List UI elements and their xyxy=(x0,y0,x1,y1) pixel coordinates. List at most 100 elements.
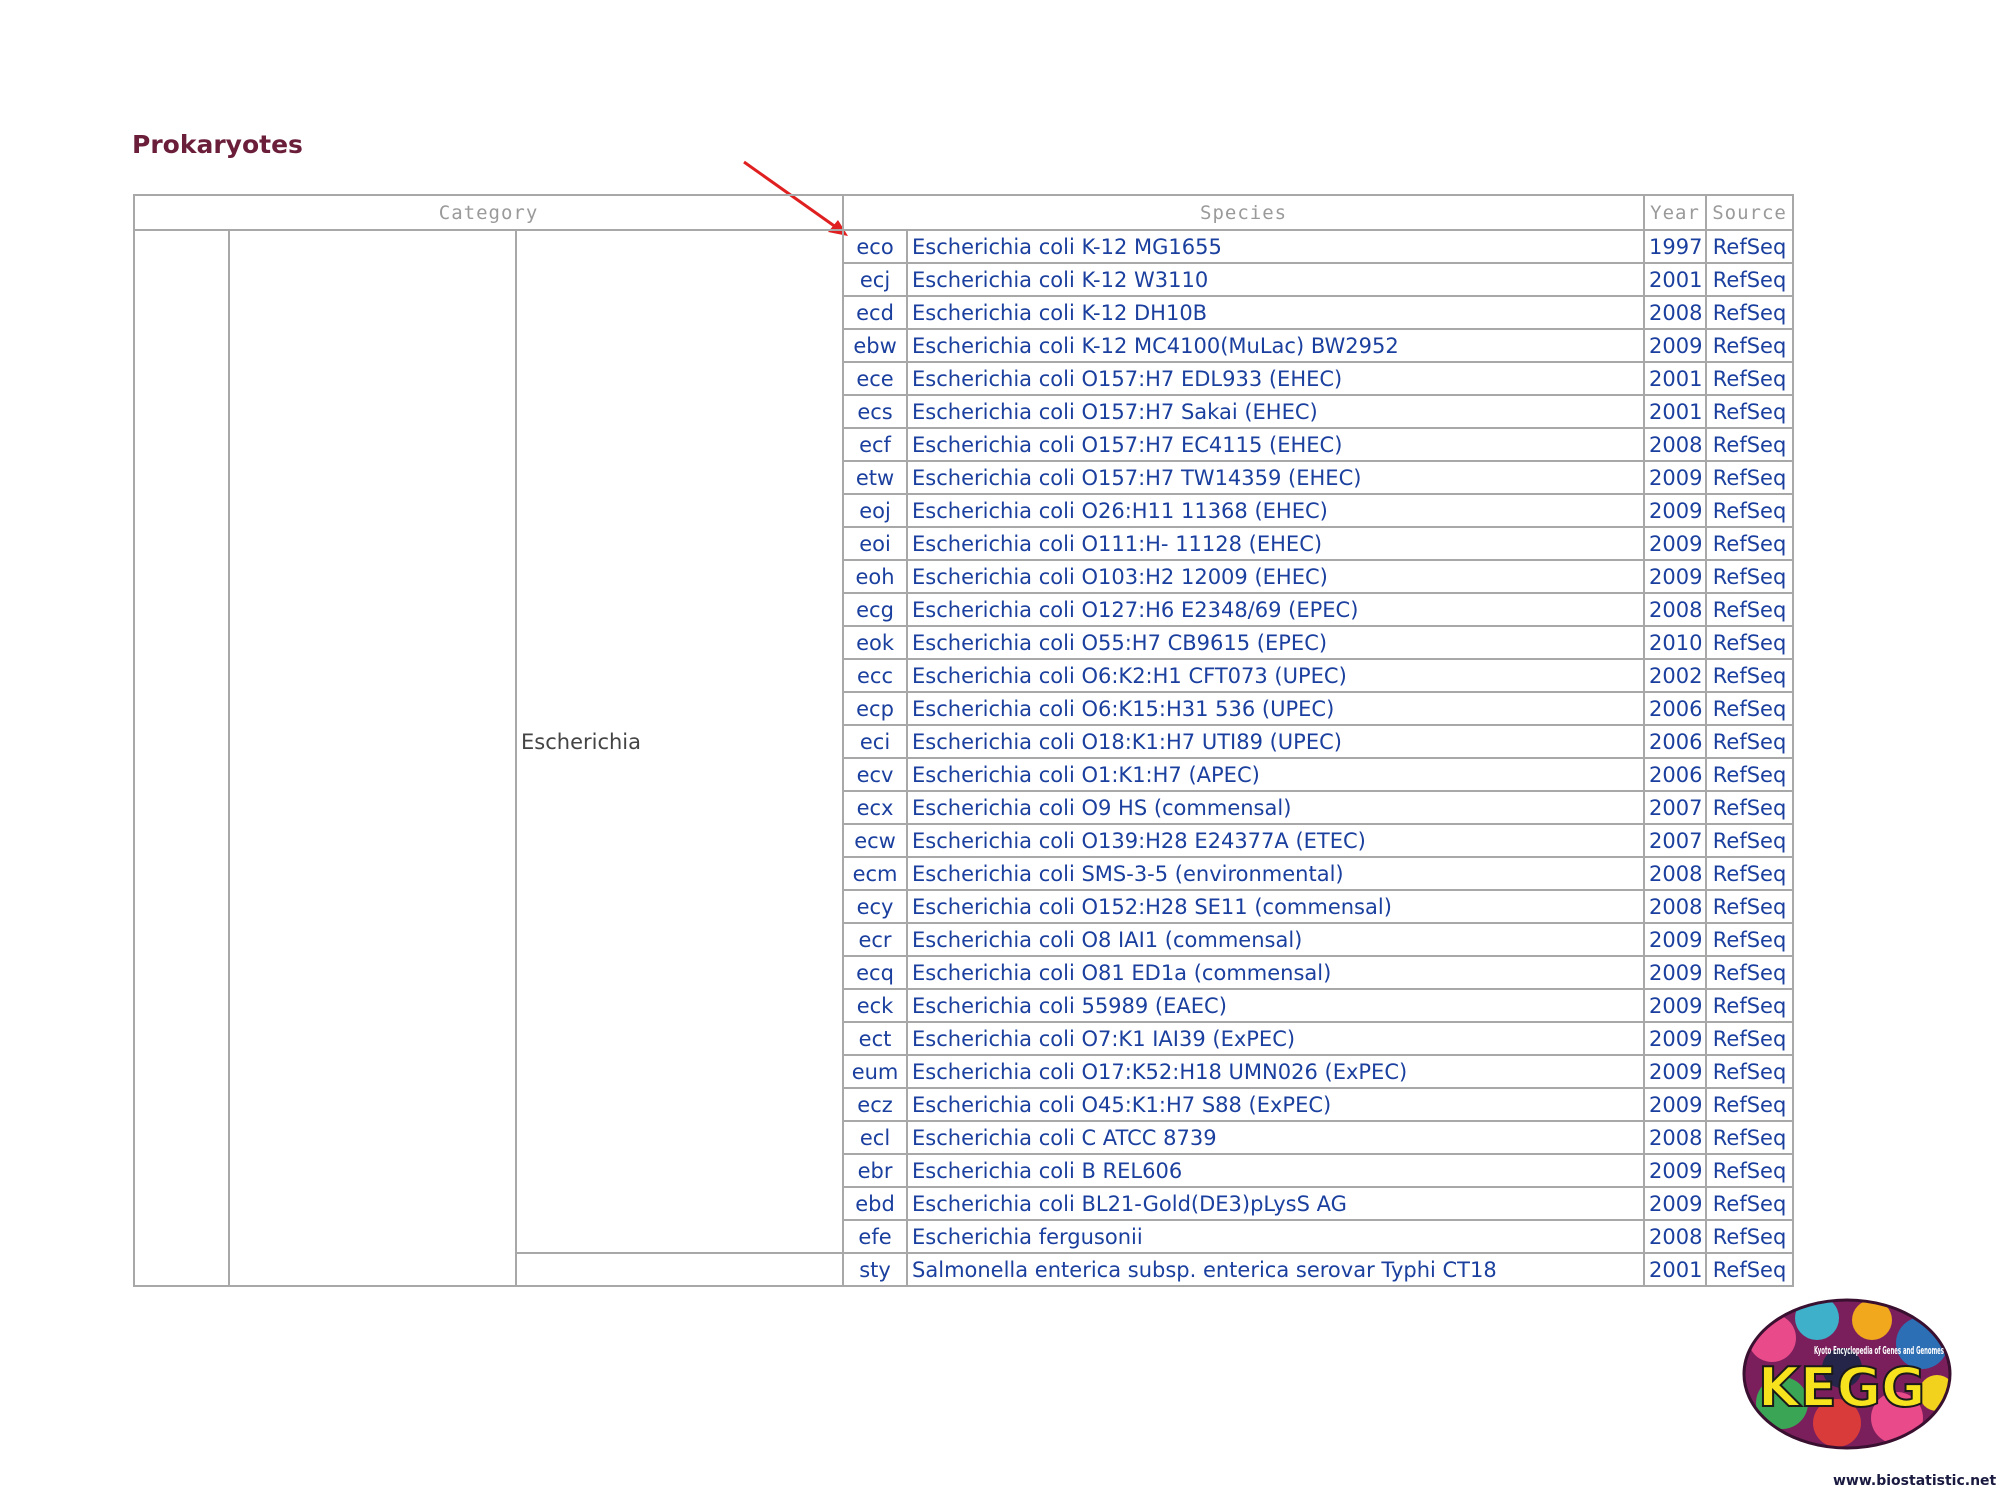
species-link[interactable]: Escherichia coli O8 IAI1 (commensal) xyxy=(906,922,1646,957)
species-link[interactable]: Salmonella enterica subsp. enterica sero… xyxy=(906,1252,1646,1287)
source-link[interactable]: RefSeq xyxy=(1705,691,1795,726)
source-link[interactable]: RefSeq xyxy=(1705,592,1795,627)
org-code-link[interactable]: eoi xyxy=(842,526,909,561)
species-link[interactable]: Escherichia coli O157:H7 Sakai (EHEC) xyxy=(906,394,1646,429)
species-link[interactable]: Escherichia coli O17:K52:H18 UMN026 (ExP… xyxy=(906,1054,1646,1089)
source-link[interactable]: RefSeq xyxy=(1705,493,1795,528)
species-link[interactable]: Escherichia coli O6:K2:H1 CFT073 (UPEC) xyxy=(906,658,1646,693)
species-link[interactable]: Escherichia coli O157:H7 EC4115 (EHEC) xyxy=(906,427,1646,462)
org-code-link[interactable]: ecz xyxy=(842,1087,909,1122)
source-link[interactable]: RefSeq xyxy=(1705,328,1795,363)
org-code-link[interactable]: ecg xyxy=(842,592,909,627)
org-code-link[interactable]: ecd xyxy=(842,295,909,330)
source-link[interactable]: RefSeq xyxy=(1705,1120,1795,1155)
org-code-link[interactable]: ecx xyxy=(842,790,909,825)
species-link[interactable]: Escherichia coli O81 ED1a (commensal) xyxy=(906,955,1646,990)
org-code-link[interactable]: eci xyxy=(842,724,909,759)
species-link[interactable]: Escherichia coli O55:H7 CB9615 (EPEC) xyxy=(906,625,1646,660)
source-link[interactable]: RefSeq xyxy=(1705,460,1795,495)
source-link[interactable]: RefSeq xyxy=(1705,229,1795,264)
species-link[interactable]: Escherichia fergusonii xyxy=(906,1219,1646,1254)
source-link[interactable]: RefSeq xyxy=(1705,1087,1795,1122)
source-link[interactable]: RefSeq xyxy=(1705,988,1795,1023)
species-link[interactable]: Escherichia coli O127:H6 E2348/69 (EPEC) xyxy=(906,592,1646,627)
species-link[interactable]: Escherichia coli O45:K1:H7 S88 (ExPEC) xyxy=(906,1087,1646,1122)
org-code-link[interactable]: sty xyxy=(842,1252,909,1287)
species-link[interactable]: Escherichia coli C ATCC 8739 xyxy=(906,1120,1646,1155)
source-link[interactable]: RefSeq xyxy=(1705,1252,1795,1287)
org-code-link[interactable]: ece xyxy=(842,361,909,396)
source-link[interactable]: RefSeq xyxy=(1705,1153,1795,1188)
org-code-link[interactable]: eum xyxy=(842,1054,909,1089)
species-link[interactable]: Escherichia coli O157:H7 EDL933 (EHEC) xyxy=(906,361,1646,396)
source-link[interactable]: RefSeq xyxy=(1705,823,1795,858)
species-link[interactable]: Escherichia coli O18:K1:H7 UTI89 (UPEC) xyxy=(906,724,1646,759)
org-code-link[interactable]: ecf xyxy=(842,427,909,462)
org-code-link[interactable]: efe xyxy=(842,1219,909,1254)
source-link[interactable]: RefSeq xyxy=(1705,955,1795,990)
org-code-link[interactable]: ecr xyxy=(842,922,909,957)
org-code-link[interactable]: eck xyxy=(842,988,909,1023)
org-code-link[interactable]: ecw xyxy=(842,823,909,858)
species-link[interactable]: Escherichia coli O139:H28 E24377A (ETEC) xyxy=(906,823,1646,858)
source-link[interactable]: RefSeq xyxy=(1705,889,1795,924)
species-link[interactable]: Escherichia coli K-12 MG1655 xyxy=(906,229,1646,264)
source-link[interactable]: RefSeq xyxy=(1705,856,1795,891)
species-link[interactable]: Escherichia coli K-12 MC4100(MuLac) BW29… xyxy=(906,328,1646,363)
org-code-link[interactable]: eoj xyxy=(842,493,909,528)
source-link[interactable]: RefSeq xyxy=(1705,394,1795,429)
org-code-link[interactable]: ecc xyxy=(842,658,909,693)
source-link[interactable]: RefSeq xyxy=(1705,1186,1795,1221)
org-code-link[interactable]: etw xyxy=(842,460,909,495)
org-code-link[interactable]: ecy xyxy=(842,889,909,924)
org-code-link[interactable]: ecm xyxy=(842,856,909,891)
org-code-link[interactable]: ecv xyxy=(842,757,909,792)
species-link[interactable]: Escherichia coli BL21-Gold(DE3)pLysS AG xyxy=(906,1186,1646,1221)
kegg-logo[interactable]: KEGG Kyoto Encyclopedia of Genes and Gen… xyxy=(1742,1298,1952,1450)
org-code-link[interactable]: ecs xyxy=(842,394,909,429)
species-link[interactable]: Escherichia coli O6:K15:H31 536 (UPEC) xyxy=(906,691,1646,726)
org-code-link[interactable]: ecl xyxy=(842,1120,909,1155)
species-link[interactable]: Escherichia coli O111:H- 11128 (EHEC) xyxy=(906,526,1646,561)
source-link[interactable]: RefSeq xyxy=(1705,658,1795,693)
org-code-link[interactable]: ebr xyxy=(842,1153,909,1188)
species-link[interactable]: Escherichia coli K-12 W3110 xyxy=(906,262,1646,297)
org-code-link[interactable]: eoh xyxy=(842,559,909,594)
species-link[interactable]: Escherichia coli SMS-3-5 (environmental) xyxy=(906,856,1646,891)
source-link[interactable]: RefSeq xyxy=(1705,361,1795,396)
org-code-link[interactable]: eco xyxy=(842,229,909,264)
source-link[interactable]: RefSeq xyxy=(1705,922,1795,957)
species-link[interactable]: Escherichia coli K-12 DH10B xyxy=(906,295,1646,330)
org-code-link[interactable]: ecp xyxy=(842,691,909,726)
genus-cell xyxy=(514,1252,845,1287)
species-link[interactable]: Escherichia coli O1:K1:H7 (APEC) xyxy=(906,757,1646,792)
source-link[interactable]: RefSeq xyxy=(1705,625,1795,660)
org-code-link[interactable]: ecq xyxy=(842,955,909,990)
species-link[interactable]: Escherichia coli O7:K1 IAI39 (ExPEC) xyxy=(906,1021,1646,1056)
source-link[interactable]: RefSeq xyxy=(1705,427,1795,462)
species-link[interactable]: Escherichia coli O9 HS (commensal) xyxy=(906,790,1646,825)
source-link[interactable]: RefSeq xyxy=(1705,1021,1795,1056)
species-link[interactable]: Escherichia coli 55989 (EAEC) xyxy=(906,988,1646,1023)
footer-url[interactable]: www.biostatistic.net xyxy=(1833,1473,1996,1489)
org-code-link[interactable]: ebw xyxy=(842,328,909,363)
org-code-link[interactable]: eok xyxy=(842,625,909,660)
org-code-link[interactable]: ecj xyxy=(842,262,909,297)
source-link[interactable]: RefSeq xyxy=(1705,790,1795,825)
species-link[interactable]: Escherichia coli O26:H11 11368 (EHEC) xyxy=(906,493,1646,528)
source-link[interactable]: RefSeq xyxy=(1705,757,1795,792)
species-link[interactable]: Escherichia coli B REL606 xyxy=(906,1153,1646,1188)
year-cell: 2009 xyxy=(1643,493,1708,528)
source-link[interactable]: RefSeq xyxy=(1705,262,1795,297)
species-link[interactable]: Escherichia coli O103:H2 12009 (EHEC) xyxy=(906,559,1646,594)
source-link[interactable]: RefSeq xyxy=(1705,526,1795,561)
source-link[interactable]: RefSeq xyxy=(1705,559,1795,594)
org-code-link[interactable]: ect xyxy=(842,1021,909,1056)
source-link[interactable]: RefSeq xyxy=(1705,1054,1795,1089)
source-link[interactable]: RefSeq xyxy=(1705,295,1795,330)
species-link[interactable]: Escherichia coli O157:H7 TW14359 (EHEC) xyxy=(906,460,1646,495)
species-link[interactable]: Escherichia coli O152:H28 SE11 (commensa… xyxy=(906,889,1646,924)
org-code-link[interactable]: ebd xyxy=(842,1186,909,1221)
source-link[interactable]: RefSeq xyxy=(1705,724,1795,759)
source-link[interactable]: RefSeq xyxy=(1705,1219,1795,1254)
